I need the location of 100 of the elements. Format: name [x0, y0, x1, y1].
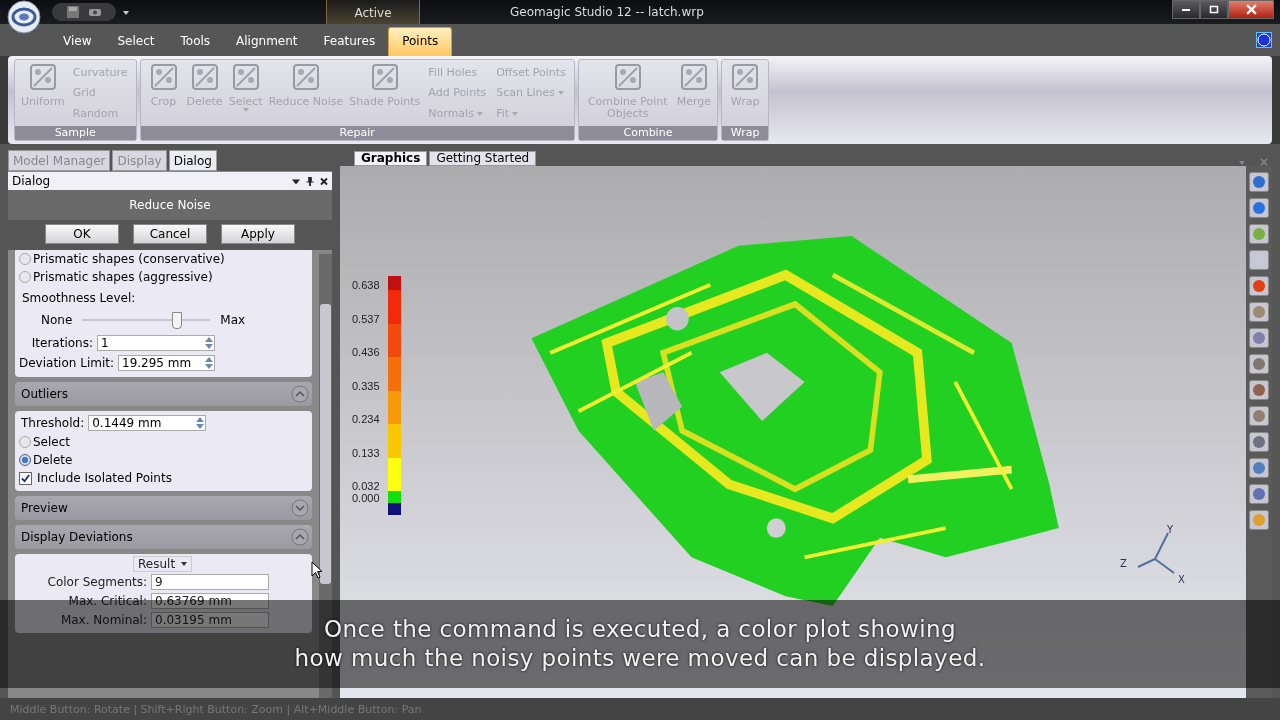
legend-label: 0.537	[352, 312, 381, 327]
spinner-icon[interactable]	[195, 416, 206, 430]
section-title: Display Deviations	[21, 530, 133, 544]
tool-icon	[678, 62, 709, 92]
legend-label: 0.335	[352, 379, 381, 394]
dropdown-icon[interactable]	[122, 8, 130, 16]
toolbar-icon[interactable]	[1249, 458, 1269, 478]
tool-icon	[612, 62, 643, 92]
toolbar-icon[interactable]	[1249, 198, 1269, 218]
spinner-icon[interactable]	[204, 356, 214, 370]
legend-label: 0.638	[352, 279, 381, 293]
section-header[interactable]: Display Deviations	[15, 525, 313, 549]
option-label: Prismatic shapes (aggressive)	[33, 270, 213, 284]
chevron-icon[interactable]	[291, 499, 310, 517]
axis-label: X	[1178, 574, 1185, 585]
field-label: Threshold:	[21, 416, 85, 430]
slider-label: Smoothness Level:	[22, 291, 137, 305]
field-label: Color Segments:	[47, 574, 147, 589]
option-label: Delete	[33, 453, 73, 467]
spinner-icon[interactable]	[204, 336, 214, 350]
group-label: Repair	[140, 126, 574, 140]
toolbar-icon[interactable]	[1249, 224, 1269, 244]
maximize-button[interactable]	[1200, 0, 1228, 19]
menu-tab[interactable]: Select	[104, 28, 168, 56]
menu-tab[interactable]: View	[50, 28, 105, 56]
toolbar-icon[interactable]	[1249, 354, 1269, 374]
panel-tab[interactable]: Dialog	[168, 150, 217, 171]
toolbar-icon[interactable]	[1249, 510, 1269, 530]
toolbar-icon[interactable]	[1249, 328, 1269, 348]
pin-icon[interactable]	[306, 176, 314, 186]
chevron-icon[interactable]	[291, 385, 310, 403]
axis-label: Z	[1120, 558, 1127, 569]
tool-icon	[189, 62, 220, 92]
option-label: Prismatic shapes (conservative)	[33, 252, 225, 266]
toolbar-icon[interactable]	[1249, 484, 1269, 504]
legend-label: 0.133	[352, 446, 381, 461]
checkmark-icon	[21, 473, 30, 483]
close-icon	[1245, 4, 1257, 15]
tool-icon	[730, 62, 761, 92]
field-label: Max. Nominal:	[60, 612, 147, 627]
field-label: Iterations:	[31, 336, 93, 350]
document-tab[interactable]: Getting Started	[429, 151, 537, 166]
toolbar-icon[interactable]	[1249, 172, 1269, 192]
dialog-title: Reduce Noise	[8, 190, 332, 220]
close-button[interactable]	[1228, 0, 1274, 19]
tool-icon	[230, 62, 261, 92]
dialog-button[interactable]: Cancel	[133, 224, 207, 244]
toolbar-icon[interactable]	[1249, 432, 1269, 452]
radio-button[interactable]	[19, 436, 31, 448]
menu-tab[interactable]: Points	[388, 27, 453, 56]
axis-label: Y	[1167, 524, 1174, 535]
tool-icon	[291, 62, 321, 92]
toolbar-icon[interactable]	[1249, 276, 1269, 296]
dialog-button[interactable]: OK	[45, 224, 119, 244]
menu-tab[interactable]: Tools	[167, 28, 224, 56]
section-title: Outliers	[21, 387, 68, 401]
option-label: Include Isolated Points	[37, 471, 172, 485]
spin-field[interactable]: 0.1449 mm	[88, 415, 207, 431]
tool-icon	[27, 62, 58, 92]
spin-field[interactable]: 0.03195 mm	[151, 611, 269, 628]
chevron-icon[interactable]	[291, 528, 310, 546]
toolbar-icon[interactable]	[1249, 250, 1269, 270]
slider-max-label: Max	[220, 313, 246, 327]
dialog-button[interactable]: Apply	[221, 224, 295, 244]
spin-field[interactable]: 9	[151, 573, 269, 590]
context-tab-label: Active	[326, 0, 420, 24]
mode-dropdown[interactable]: Result	[133, 556, 193, 572]
field-label: Deviation Limit:	[19, 356, 114, 370]
toolbar-icon[interactable]	[1249, 302, 1269, 322]
radio-button[interactable]	[19, 271, 31, 283]
radio-button[interactable]	[19, 253, 31, 265]
toolbar-icon[interactable]	[1249, 406, 1269, 426]
help-icon[interactable]	[1256, 32, 1272, 48]
group-label: Wrap	[722, 126, 769, 140]
section-header[interactable]: Outliers	[15, 382, 313, 406]
panel-title: Dialog	[12, 174, 51, 188]
mouse-cursor-icon	[311, 561, 323, 579]
document-tab[interactable]: Graphics	[354, 151, 428, 166]
close-icon[interactable]	[320, 176, 328, 186]
save-icon[interactable]	[66, 5, 80, 19]
menu-tab[interactable]: Features	[310, 28, 389, 56]
checkbox[interactable]	[19, 471, 32, 485]
toolbar-icon[interactable]	[1249, 380, 1269, 400]
option-label: Select	[33, 435, 71, 449]
tool-icon	[148, 62, 179, 92]
legend-label: 0.000	[352, 492, 381, 506]
menu-tab[interactable]: Alignment	[223, 28, 311, 56]
section-header[interactable]: Preview	[15, 496, 313, 520]
radio-button[interactable]	[19, 454, 31, 466]
slider-thumb[interactable]	[171, 312, 182, 329]
minimize-icon	[1182, 8, 1190, 11]
maximize-icon	[1209, 4, 1219, 15]
window-title: Geomagic Studio 12 -- latch.wrp	[510, 5, 704, 19]
slider-min-label: None	[41, 313, 73, 327]
caret-icon	[181, 562, 188, 566]
minimize-button[interactable]	[1172, 0, 1200, 19]
group-label: Sample	[15, 126, 136, 140]
spin-field[interactable]: 19.295 mm	[118, 355, 215, 371]
spin-field[interactable]: 1	[97, 335, 215, 351]
section-title: Preview	[21, 501, 68, 515]
